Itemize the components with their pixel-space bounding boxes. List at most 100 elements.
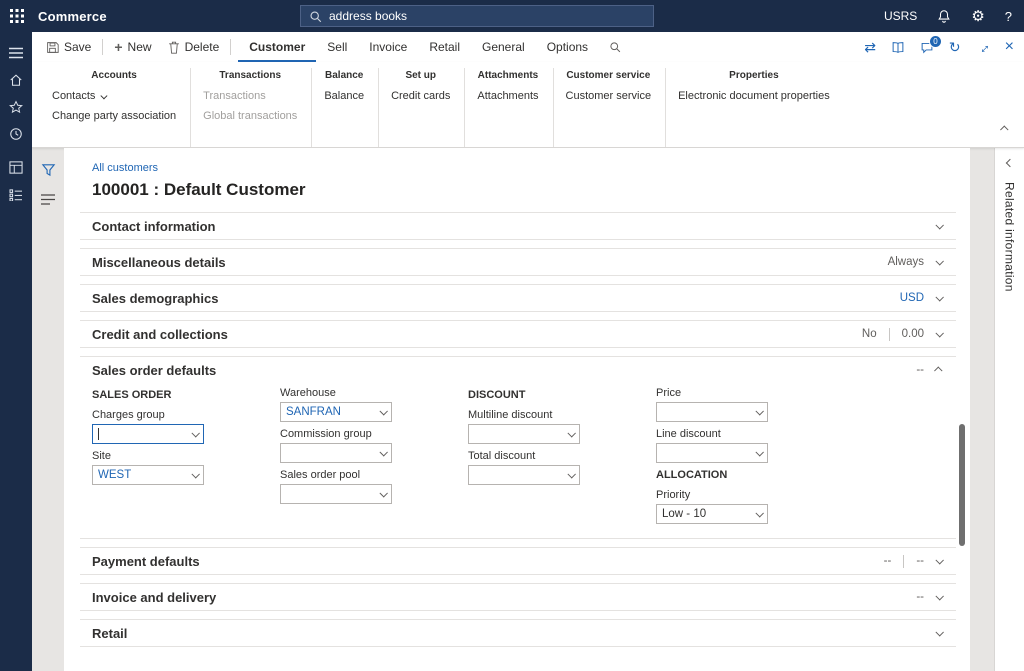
form-column-2: Warehouse SANFRAN Commission group [280, 387, 468, 530]
field-line-discount: Line discount [656, 428, 844, 463]
ribbon-item-electronic-document-properties[interactable]: Electronic document properties [678, 90, 830, 102]
fasttab-header[interactable]: Sales order defaults -- [80, 357, 956, 383]
field-label: Sales order pool [280, 469, 468, 481]
chevron-down-icon [567, 470, 575, 478]
customer-detail-card: All customers 100001 : Default Customer … [64, 148, 970, 671]
notifications-bell-icon[interactable] [937, 9, 951, 23]
app-title[interactable]: Commerce [38, 9, 107, 24]
resize-window-icon[interactable]: ↔ [976, 39, 990, 55]
settings-gear-icon[interactable]: ⚙ [971, 7, 984, 25]
fasttab-header[interactable]: Contact information [80, 213, 956, 239]
find-search-icon[interactable] [599, 41, 631, 53]
recent-clock-icon[interactable] [0, 120, 32, 147]
chevron-down-icon [379, 407, 387, 415]
commission-group-combobox[interactable] [280, 443, 392, 463]
fasttab-header[interactable]: Retail [80, 620, 956, 646]
tab-customer[interactable]: Customer [238, 32, 316, 62]
fasttab-header[interactable]: Payment defaults -- -- [80, 548, 956, 574]
save-button[interactable]: Save [38, 32, 99, 62]
refresh-icon[interactable]: ↻ [949, 39, 961, 56]
new-label: New [128, 40, 152, 54]
fasttab-header[interactable]: Sales demographics USD [80, 285, 956, 311]
favorites-star-icon[interactable] [0, 93, 32, 120]
price-combobox[interactable] [656, 402, 768, 422]
site-value: WEST [98, 469, 131, 481]
tab-options[interactable]: Options [536, 32, 599, 62]
ribbon-item-balance[interactable]: Balance [324, 90, 364, 102]
summary-value: -- [884, 555, 892, 567]
menu-hamburger-icon[interactable] [0, 39, 32, 66]
group-title-discount: DISCOUNT [468, 389, 656, 401]
fasttab-header[interactable]: Credit and collections No 0.00 [80, 321, 956, 347]
expand-panel-chevron[interactable] [1005, 159, 1013, 167]
summary-value: -- [916, 591, 924, 603]
task-guide-book-icon[interactable] [891, 41, 905, 54]
ribbon-group-customer-service: Customer service Customer service [554, 68, 667, 147]
delete-button[interactable]: Delete [160, 32, 228, 62]
divider [889, 328, 890, 341]
ribbon-group-transactions: Transactions Transactions Global transac… [191, 68, 312, 147]
ribbon-item-contacts[interactable]: Contacts [52, 90, 176, 102]
ribbon-item-credit-cards[interactable]: Credit cards [391, 90, 450, 102]
ribbon-item-attachments[interactable]: Attachments [477, 90, 538, 102]
global-search-input[interactable] [329, 9, 645, 23]
fasttab-contact-information: Contact information [80, 212, 956, 240]
tab-sell[interactable]: Sell [316, 32, 358, 62]
group-title-sales-order: SALES ORDER [92, 389, 280, 401]
total-discount-combobox[interactable] [468, 465, 580, 485]
pane-list-icon[interactable] [41, 194, 55, 205]
topbar-right-cluster: USRS ⚙ ? [884, 0, 1012, 32]
modules-list-icon[interactable] [0, 181, 32, 208]
tab-invoice[interactable]: Invoice [358, 32, 418, 62]
charges-group-combobox[interactable] [92, 424, 204, 444]
warehouse-combobox[interactable]: SANFRAN [280, 402, 392, 422]
form-column-1: SALES ORDER Charges group Site [92, 387, 280, 530]
summary-value: -- [916, 555, 924, 567]
tab-retail[interactable]: Retail [418, 32, 471, 62]
chevron-down-icon [935, 293, 943, 301]
chevron-down-icon [755, 509, 763, 517]
user-account-button[interactable]: USRS [884, 9, 917, 23]
ribbon-item-customer-service[interactable]: Customer service [566, 90, 652, 102]
warehouse-value: SANFRAN [286, 406, 341, 418]
fasttab-header[interactable]: Invoice and delivery -- [80, 584, 956, 610]
form-column-3: DISCOUNT Multiline discount Total discou… [468, 387, 656, 530]
field-label: Priority [656, 489, 844, 501]
ribbon-group-title: Accounts [52, 70, 176, 81]
help-icon[interactable]: ? [1005, 9, 1012, 24]
chevron-down-icon [379, 489, 387, 497]
divider [903, 555, 904, 568]
sales-order-pool-combobox[interactable] [280, 484, 392, 504]
site-combobox[interactable]: WEST [92, 465, 204, 485]
home-icon[interactable] [0, 66, 32, 93]
collapse-ribbon-chevron[interactable] [1002, 119, 1008, 137]
related-panel-title[interactable]: Related information [1003, 182, 1017, 292]
new-button[interactable]: + New [106, 32, 159, 62]
chevron-down-icon [935, 257, 943, 265]
field-warehouse: Warehouse SANFRAN [280, 387, 468, 422]
global-search-box[interactable] [300, 5, 654, 27]
multiline-discount-combobox[interactable] [468, 424, 580, 444]
vertical-scrollbar-thumb[interactable] [959, 424, 965, 546]
group-title-allocation: ALLOCATION [656, 469, 844, 481]
summary-value: 0.00 [902, 328, 924, 340]
field-commission-group: Commission group [280, 428, 468, 463]
tab-general[interactable]: General [471, 32, 536, 62]
close-icon[interactable]: × [1005, 38, 1014, 56]
priority-combobox[interactable]: Low - 10 [656, 504, 768, 524]
filter-funnel-icon[interactable] [41, 162, 56, 177]
workspaces-icon[interactable] [0, 154, 32, 181]
fasttab-payment-defaults: Payment defaults -- -- [80, 547, 956, 575]
messages-chat-icon[interactable]: 0 [920, 41, 934, 54]
field-label: Price [656, 387, 844, 399]
app-launcher-icon[interactable] [0, 0, 34, 32]
fasttab-header[interactable]: Miscellaneous details Always [80, 249, 956, 275]
related-information-panel: Related information [994, 148, 1024, 671]
ribbon-group-set-up: Set up Credit cards [379, 68, 465, 147]
switch-view-icon[interactable]: ⇄ [864, 39, 876, 56]
breadcrumb-all-customers[interactable]: All customers [92, 162, 158, 174]
page-title: 100001 : Default Customer [92, 180, 956, 200]
line-discount-combobox[interactable] [656, 443, 768, 463]
priority-value: Low - 10 [662, 508, 706, 520]
ribbon-item-change-party-association[interactable]: Change party association [52, 110, 176, 122]
